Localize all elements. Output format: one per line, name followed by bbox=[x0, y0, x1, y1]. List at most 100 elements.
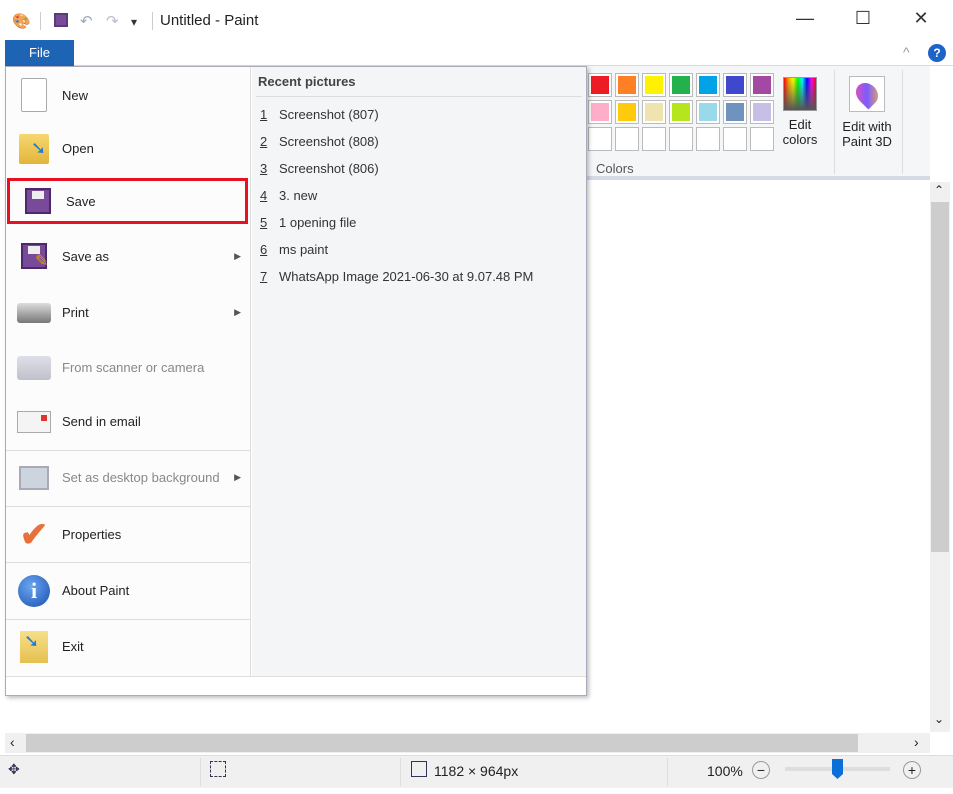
recent-file-name: Screenshot (808) bbox=[279, 134, 379, 149]
color-swatch[interactable] bbox=[588, 73, 612, 97]
exit-icon: ➘ bbox=[16, 629, 52, 665]
recent-picture-item[interactable]: 7 WhatsApp Image 2021-06-30 at 9.07.48 PM bbox=[260, 269, 533, 284]
menu-item-print[interactable]: Print ▶ bbox=[6, 285, 251, 340]
customize-toolbar-icon[interactable]: ▾ bbox=[131, 15, 137, 33]
scroll-up-icon[interactable]: ⌃ bbox=[934, 183, 944, 197]
custom-color-slot[interactable] bbox=[615, 127, 639, 151]
menu-item-new[interactable]: New bbox=[6, 69, 251, 121]
image-size-icon bbox=[411, 761, 427, 777]
color-swatch[interactable] bbox=[723, 73, 747, 97]
file-menu-commands: New ➘ Open Save ✎ Save as ▶ Print ▶ From scanner … bbox=[6, 67, 251, 676]
custom-color-slot[interactable] bbox=[669, 127, 693, 151]
recent-file-name: Screenshot (806) bbox=[279, 161, 379, 176]
recent-picture-item[interactable]: 2 Screenshot (808) bbox=[260, 134, 379, 149]
menu-item-label: Set as desktop background bbox=[62, 470, 220, 485]
color-swatch[interactable] bbox=[615, 73, 639, 97]
desktop-icon bbox=[16, 460, 52, 496]
custom-color-slot[interactable] bbox=[588, 127, 612, 151]
color-swatch[interactable] bbox=[723, 100, 747, 124]
scroll-right-icon[interactable]: › bbox=[914, 734, 919, 750]
minimize-button[interactable]: — bbox=[785, 8, 825, 34]
zoom-in-button[interactable]: + bbox=[903, 761, 921, 779]
color-swatch[interactable] bbox=[696, 100, 720, 124]
divider bbox=[152, 12, 153, 30]
image-size-text: 1182 × 964px bbox=[434, 763, 519, 779]
help-icon[interactable]: ? bbox=[928, 44, 946, 62]
scroll-down-icon[interactable]: ⌄ bbox=[934, 712, 944, 726]
edit-colors-button[interactable]: Edit colors bbox=[777, 74, 823, 147]
color-swatch[interactable] bbox=[642, 100, 666, 124]
paint3d-label: Edit with bbox=[842, 119, 892, 134]
menu-separator bbox=[6, 619, 251, 620]
recent-picture-item[interactable]: 1 Screenshot (807) bbox=[260, 107, 379, 122]
menu-item-label: About Paint bbox=[62, 583, 130, 598]
menu-item-exit[interactable]: ➘ Exit bbox=[6, 619, 251, 674]
color-swatch[interactable] bbox=[588, 100, 612, 124]
color-swatch[interactable] bbox=[696, 73, 720, 97]
checkmark-icon: ✔ bbox=[19, 515, 49, 554]
paint3d-icon bbox=[849, 76, 885, 112]
menu-item-set-as-desktop-background[interactable]: Set as desktop background ▶ bbox=[6, 450, 251, 505]
recent-file-name: 1 opening file bbox=[279, 215, 357, 230]
color-swatch[interactable] bbox=[642, 73, 666, 97]
recent-picture-item[interactable]: 5 1 opening file bbox=[260, 215, 356, 230]
menu-item-properties[interactable]: ✔ Properties bbox=[6, 507, 251, 562]
menu-item-save[interactable]: Save bbox=[7, 178, 248, 224]
recent-file-name: Screenshot (807) bbox=[279, 107, 379, 122]
custom-color-slot[interactable] bbox=[642, 127, 666, 151]
submenu-arrow-icon: ▶ bbox=[234, 307, 241, 317]
file-menu-footer bbox=[6, 676, 586, 695]
recent-picture-item[interactable]: 3 Screenshot (806) bbox=[260, 161, 379, 176]
save-as-icon: ✎ bbox=[16, 238, 52, 274]
zoom-out-button[interactable]: − bbox=[752, 761, 770, 779]
recent-pictures-panel: Recent pictures 1 Screenshot (807) 2 Screen… bbox=[252, 67, 586, 676]
redo-icon[interactable]: ↷ bbox=[106, 12, 119, 30]
edit-colors-label: Edit bbox=[788, 117, 812, 132]
colors-group-label: Colors bbox=[596, 161, 634, 176]
menu-item-label: Save as bbox=[62, 248, 109, 264]
recent-index: 6 bbox=[260, 242, 268, 257]
scroll-left-icon[interactable]: ‹ bbox=[10, 734, 15, 750]
menu-item-label: Send in email bbox=[62, 414, 141, 429]
recent-picture-item[interactable]: 6 ms paint bbox=[260, 242, 328, 257]
edit-with-paint3d-button[interactable]: Edit with Paint 3D bbox=[837, 74, 897, 149]
color-swatch[interactable] bbox=[750, 100, 774, 124]
maximize-button[interactable]: ☐ bbox=[843, 8, 883, 34]
quick-save-icon[interactable] bbox=[54, 13, 68, 27]
collapse-ribbon-icon[interactable]: ^ bbox=[903, 44, 910, 60]
recent-picture-item[interactable]: 4 3. new bbox=[260, 188, 317, 203]
color-swatch[interactable] bbox=[669, 100, 693, 124]
recent-index: 3 bbox=[260, 161, 268, 176]
color-swatch[interactable] bbox=[615, 100, 639, 124]
color-swatch[interactable] bbox=[750, 73, 774, 97]
vertical-scroll-thumb[interactable] bbox=[931, 202, 949, 552]
menu-item-save-as[interactable]: ✎ Save as ▶ bbox=[6, 230, 251, 282]
custom-color-slot[interactable] bbox=[723, 127, 747, 151]
edit-colors-label: colors bbox=[782, 132, 818, 147]
menu-item-label: Exit bbox=[62, 639, 84, 654]
new-file-icon bbox=[16, 77, 52, 113]
menu-item-label: Open bbox=[62, 141, 94, 156]
recent-index: 4 bbox=[260, 188, 268, 203]
divider bbox=[667, 758, 668, 786]
horizontal-scroll-thumb[interactable] bbox=[26, 734, 858, 752]
menu-item-send-in-email[interactable]: Send in email bbox=[6, 395, 251, 448]
menu-item-label: Print bbox=[62, 305, 89, 320]
undo-icon[interactable]: ↶ bbox=[80, 12, 93, 30]
recent-index: 2 bbox=[260, 134, 268, 149]
custom-color-slot[interactable] bbox=[696, 127, 720, 151]
menu-item-label: Save bbox=[66, 193, 96, 209]
color-spectrum-icon bbox=[783, 77, 817, 111]
menu-item-about-paint[interactable]: i About Paint bbox=[6, 563, 251, 618]
menu-item-label: From scanner or camera bbox=[62, 360, 205, 375]
color-swatch[interactable] bbox=[669, 73, 693, 97]
open-folder-icon: ➘ bbox=[16, 131, 52, 167]
menu-separator bbox=[6, 562, 251, 563]
menu-item-from-scanner-or-camera[interactable]: From scanner or camera bbox=[6, 340, 251, 395]
menu-item-open[interactable]: ➘ Open bbox=[6, 122, 251, 175]
custom-color-slot[interactable] bbox=[750, 127, 774, 151]
window-title: Untitled - Paint bbox=[160, 12, 259, 29]
save-icon bbox=[20, 183, 56, 219]
close-button[interactable]: ✕ bbox=[901, 8, 941, 34]
file-tab[interactable]: File bbox=[5, 40, 74, 66]
